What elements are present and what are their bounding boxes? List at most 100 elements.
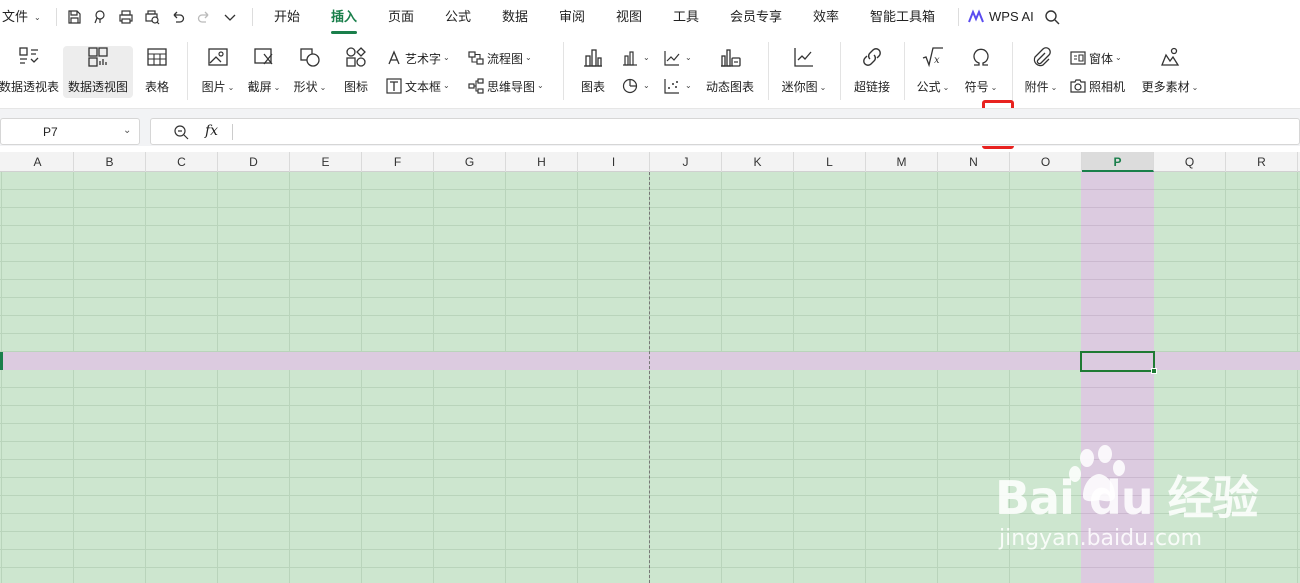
redo-icon[interactable] xyxy=(196,9,212,25)
save-icon[interactable] xyxy=(66,9,82,25)
flowchart-label: 流程图 xyxy=(487,51,524,66)
cell-grid[interactable]: Bai du 经验 jingyan.baidu.com xyxy=(0,172,1300,583)
table-icon xyxy=(144,44,170,70)
table-label: 表格 xyxy=(144,80,169,94)
picture-button[interactable]: 图片 ⌄ xyxy=(199,44,237,102)
sparkline-button[interactable]: 迷你图 ⌄ xyxy=(780,44,828,102)
ribbon: 数据透视表 数据透视图 表格 图片 ⌄ 截屏 ⌄ 形状 ⌄ 图标 艺术字 ⌄ 文本框 ⌄ … xyxy=(0,34,1300,149)
pivot-chart-button[interactable]: 数据透视图 xyxy=(66,44,130,102)
tab-efficiency[interactable]: 效率 xyxy=(813,0,839,34)
formula-divider xyxy=(232,124,233,140)
tab-smart-toolbox[interactable]: 智能工具箱 xyxy=(870,0,935,34)
more-quick-access-icon[interactable] xyxy=(222,9,238,25)
column-header-r[interactable]: R xyxy=(1226,152,1298,172)
ribbon-divider xyxy=(904,42,905,100)
hyperlink-icon xyxy=(859,44,885,70)
formula-button[interactable]: x 公式 ⌄ xyxy=(914,44,952,102)
line-chart-icon xyxy=(664,51,680,66)
tab-data[interactable]: 数据 xyxy=(502,0,528,34)
tab-tools[interactable]: 工具 xyxy=(673,0,699,34)
zoom-icon[interactable] xyxy=(173,124,189,143)
column-header-b[interactable]: B xyxy=(74,152,146,172)
icon-button[interactable]: 图标 xyxy=(340,44,372,102)
screenshot-button[interactable]: 截屏 ⌄ xyxy=(245,44,283,102)
chevron-down-icon[interactable]: ⌄ xyxy=(123,125,131,136)
tab-member[interactable]: 会员专享 xyxy=(730,0,782,34)
attachment-button[interactable]: 附件 ⌄ xyxy=(1022,44,1060,102)
column-header-g[interactable]: G xyxy=(434,152,506,172)
bar-chart-dropdown[interactable]: ⌄ xyxy=(622,48,650,68)
icon-label: 图标 xyxy=(343,80,368,94)
flowchart-icon xyxy=(468,51,484,65)
symbol-button[interactable]: 符号 ⌄ xyxy=(962,44,1000,102)
fill-handle[interactable] xyxy=(1151,368,1157,374)
pivot-table-button[interactable]: 数据透视表 xyxy=(0,44,60,102)
hyperlink-button[interactable]: 超链接 xyxy=(852,44,892,102)
selected-row-marker xyxy=(0,352,3,370)
tab-home[interactable]: 开始 xyxy=(274,0,300,34)
column-header-q[interactable]: Q xyxy=(1154,152,1226,172)
insert-function-icon[interactable]: fx xyxy=(205,123,218,139)
column-header-i[interactable]: I xyxy=(578,152,650,172)
material-icon xyxy=(1157,44,1183,70)
column-header-n[interactable]: N xyxy=(938,152,1010,172)
shape-icon xyxy=(297,44,323,70)
scatter-chart-dropdown[interactable]: ⌄ xyxy=(664,76,692,96)
undo-icon[interactable] xyxy=(170,9,186,25)
line-chart-dropdown[interactable]: ⌄ xyxy=(664,48,692,68)
form-button[interactable]: 窗体 ⌄ xyxy=(1070,48,1122,68)
active-cell-p7[interactable] xyxy=(1080,351,1155,372)
textbox-button[interactable]: 文本框 ⌄ xyxy=(386,76,450,96)
export-icon[interactable] xyxy=(92,9,108,25)
column-header-c[interactable]: C xyxy=(146,152,218,172)
column-header-l[interactable]: L xyxy=(794,152,866,172)
wps-ai-button[interactable]: WPS AI xyxy=(989,0,1034,34)
search-icon[interactable] xyxy=(1044,9,1060,25)
print-icon[interactable] xyxy=(118,9,134,25)
column-header-e[interactable]: E xyxy=(290,152,362,172)
print-preview-icon[interactable] xyxy=(144,9,160,25)
column-header-d[interactable]: D xyxy=(218,152,290,172)
wordart-label: 艺术字 xyxy=(405,51,442,66)
camera-button[interactable]: 照相机 xyxy=(1070,76,1125,96)
mindmap-button[interactable]: 思维导图 ⌄ xyxy=(468,76,544,96)
column-header-j[interactable]: J xyxy=(650,152,722,172)
tab-formula[interactable]: 公式 xyxy=(445,0,471,34)
column-header-f[interactable]: F xyxy=(362,152,434,172)
column-header-p[interactable]: P xyxy=(1082,152,1154,172)
dynamic-chart-button[interactable]: 动态图表 xyxy=(704,44,756,102)
textbox-icon xyxy=(386,78,402,94)
wordart-icon xyxy=(388,50,400,65)
tab-page[interactable]: 页面 xyxy=(388,0,414,34)
shape-button[interactable]: 形状 ⌄ xyxy=(291,44,329,102)
more-material-button[interactable]: 更多素材 ⌄ xyxy=(1140,44,1200,102)
screenshot-label: 截屏 xyxy=(247,80,272,94)
tab-insert[interactable]: 插入 xyxy=(331,0,357,34)
name-box[interactable]: P7 ⌄ xyxy=(0,118,140,145)
column-header-o[interactable]: O xyxy=(1010,152,1082,172)
wordart-button[interactable]: 艺术字 ⌄ xyxy=(386,48,450,68)
textbox-label: 文本框 xyxy=(405,79,442,94)
attachment-label: 附件 xyxy=(1024,80,1049,94)
table-button[interactable]: 表格 xyxy=(140,44,174,102)
pivot-table-label: 数据透视表 xyxy=(0,80,60,94)
form-icon xyxy=(1070,51,1086,65)
screenshot-icon xyxy=(251,44,277,70)
chart-button[interactable]: 图表 xyxy=(578,44,608,102)
column-header-a[interactable]: A xyxy=(2,152,74,172)
tab-review[interactable]: 审阅 xyxy=(559,0,585,34)
pivot-chart-label: 数据透视图 xyxy=(67,80,128,94)
omega-symbol-icon xyxy=(968,44,994,70)
column-header-m[interactable]: M xyxy=(866,152,938,172)
tab-view[interactable]: 视图 xyxy=(616,0,642,34)
ribbon-divider xyxy=(840,42,841,100)
camera-label: 照相机 xyxy=(1089,79,1126,94)
formula-input[interactable]: fx xyxy=(150,118,1300,145)
sqrt-formula-icon: x xyxy=(920,44,946,70)
flowchart-button[interactable]: 流程图 ⌄ xyxy=(468,48,532,68)
file-menu[interactable]: 文件 ⌄ xyxy=(2,0,41,34)
column-header-k[interactable]: K xyxy=(722,152,794,172)
chart-label: 图表 xyxy=(580,80,605,94)
pie-chart-dropdown[interactable]: ⌄ xyxy=(622,76,650,96)
column-header-h[interactable]: H xyxy=(506,152,578,172)
